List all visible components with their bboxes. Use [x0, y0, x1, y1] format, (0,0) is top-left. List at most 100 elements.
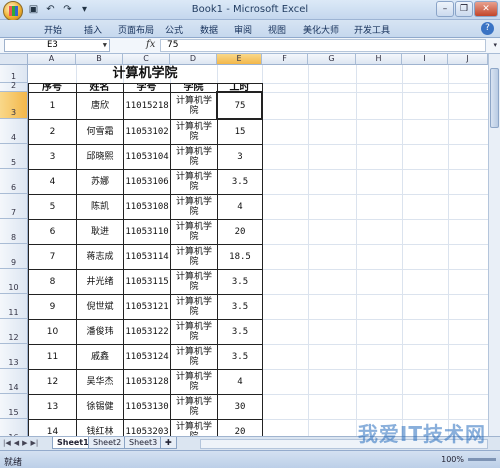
row-header-10[interactable]: 10: [0, 269, 28, 294]
data-cell[interactable]: 计算机学院: [171, 419, 217, 437]
data-cell[interactable]: 4: [218, 194, 262, 219]
chevron-down-icon[interactable]: ▼: [103, 40, 107, 51]
data-cell[interactable]: 11053106: [124, 169, 170, 194]
row-header-3[interactable]: 3: [0, 92, 28, 119]
row-header-15[interactable]: 15: [0, 394, 28, 419]
data-cell[interactable]: 计算机学院: [171, 194, 217, 219]
data-cell[interactable]: 蒋志成: [77, 244, 123, 269]
data-cell[interactable]: 2: [29, 119, 76, 144]
restore-button[interactable]: ❐: [455, 1, 473, 17]
data-cell[interactable]: 6: [29, 219, 76, 244]
data-cell[interactable]: 3.5: [218, 269, 262, 294]
tab-view[interactable]: 视图: [268, 23, 286, 36]
data-cell[interactable]: 计算机学院: [171, 294, 217, 319]
column-header-b[interactable]: B: [76, 54, 123, 65]
data-cell[interactable]: 倪世斌: [77, 294, 123, 319]
data-cell[interactable]: 计算机学院: [171, 119, 217, 144]
data-cell[interactable]: 11015218: [124, 92, 170, 119]
data-cell[interactable]: 30: [218, 394, 262, 419]
data-cell[interactable]: 11053130: [124, 394, 170, 419]
row-header-4[interactable]: 4: [0, 119, 28, 144]
header-cell[interactable]: 序号: [28, 83, 76, 92]
select-all-corner[interactable]: [0, 54, 28, 65]
data-cell[interactable]: 钱红林: [77, 419, 123, 437]
column-header-f[interactable]: F: [262, 54, 308, 65]
scroll-thumb[interactable]: [490, 68, 499, 128]
data-cell[interactable]: 10: [29, 319, 76, 344]
zoom-level[interactable]: 100%: [441, 455, 464, 464]
close-button[interactable]: ✕: [474, 1, 498, 17]
data-cell[interactable]: 11053115: [124, 269, 170, 294]
data-cell[interactable]: 计算机学院: [171, 219, 217, 244]
data-cell[interactable]: 4: [29, 169, 76, 194]
data-cell[interactable]: 11053121: [124, 294, 170, 319]
prev-sheet-icon[interactable]: ◀: [14, 439, 19, 447]
data-cell[interactable]: 戚鑫: [77, 344, 123, 369]
data-cell[interactable]: 5: [29, 194, 76, 219]
data-cell[interactable]: 20: [218, 419, 262, 437]
header-cell[interactable]: 学院: [170, 83, 217, 92]
column-header-e[interactable]: E: [217, 54, 262, 65]
data-cell[interactable]: 11053124: [124, 344, 170, 369]
column-header-d[interactable]: D: [170, 54, 217, 65]
data-cell[interactable]: 唐欣: [77, 92, 123, 119]
tab-home[interactable]: 开始: [44, 23, 62, 36]
column-header-j[interactable]: J: [448, 54, 488, 65]
data-cell[interactable]: 3.5: [218, 169, 262, 194]
data-cell[interactable]: 计算机学院: [171, 319, 217, 344]
row-header-2[interactable]: 2: [0, 81, 28, 92]
data-cell[interactable]: 4: [218, 369, 262, 394]
data-cell[interactable]: 吴华杰: [77, 369, 123, 394]
data-cell[interactable]: 11053102: [124, 119, 170, 144]
name-box[interactable]: E3 ▼: [4, 39, 110, 52]
data-cell[interactable]: 11053128: [124, 369, 170, 394]
tab-formulas[interactable]: 公式: [165, 23, 183, 36]
data-cell[interactable]: 18.5: [218, 244, 262, 269]
data-cell[interactable]: 11053114: [124, 244, 170, 269]
row-header-5[interactable]: 5: [0, 144, 28, 169]
data-cell[interactable]: 计算机学院: [171, 344, 217, 369]
sheet-title-cell[interactable]: 计算机学院: [28, 65, 262, 83]
data-cell[interactable]: 11053104: [124, 144, 170, 169]
row-header-9[interactable]: 9: [0, 244, 28, 269]
data-cell[interactable]: 3: [29, 144, 76, 169]
column-header-a[interactable]: A: [28, 54, 76, 65]
data-cell[interactable]: 耿进: [77, 219, 123, 244]
data-cell[interactable]: 计算机学院: [171, 144, 217, 169]
data-cell[interactable]: 井光绪: [77, 269, 123, 294]
last-sheet-icon[interactable]: ▶|: [31, 439, 39, 447]
data-cell[interactable]: 3.5: [218, 294, 262, 319]
data-cell[interactable]: 8: [29, 269, 76, 294]
tab-page-layout[interactable]: 页面布局: [118, 23, 154, 36]
data-cell[interactable]: 苏娜: [77, 169, 123, 194]
help-icon[interactable]: ?: [481, 22, 494, 35]
row-header-13[interactable]: 13: [0, 344, 28, 369]
data-cell[interactable]: 计算机学院: [171, 269, 217, 294]
data-cell[interactable]: 11053203: [124, 419, 170, 437]
data-cell[interactable]: 潘俊玮: [77, 319, 123, 344]
data-cell[interactable]: 3.5: [218, 319, 262, 344]
sheet-tab-2[interactable]: Sheet2: [88, 437, 127, 449]
header-cell[interactable]: 姓名: [76, 83, 123, 92]
data-cell[interactable]: 1: [29, 92, 76, 119]
data-cell[interactable]: 徐锡健: [77, 394, 123, 419]
data-cell[interactable]: 13: [29, 394, 76, 419]
data-cell[interactable]: 计算机学院: [171, 369, 217, 394]
data-cell[interactable]: 何雪霜: [77, 119, 123, 144]
row-header-16[interactable]: 16: [0, 419, 28, 436]
worksheet-grid[interactable]: ABCDEFGHIJ12345678910111213141516计算机学院序号…: [0, 54, 500, 436]
data-cell[interactable]: 邱晓熙: [77, 144, 123, 169]
data-cell[interactable]: 3.5: [218, 344, 262, 369]
tab-beautify-master[interactable]: 美化大师: [303, 23, 339, 36]
row-header-11[interactable]: 11: [0, 294, 28, 319]
data-cell[interactable]: 11053108: [124, 194, 170, 219]
data-cell[interactable]: 14: [29, 419, 76, 437]
data-cell[interactable]: 7: [29, 244, 76, 269]
insert-function-icon[interactable]: fx: [146, 39, 155, 50]
data-cell[interactable]: 12: [29, 369, 76, 394]
data-cell[interactable]: 11053122: [124, 319, 170, 344]
column-header-c[interactable]: C: [123, 54, 170, 65]
expand-formula-icon[interactable]: ▾: [493, 41, 497, 49]
tab-data[interactable]: 数据: [200, 23, 218, 36]
data-cell[interactable]: 计算机学院: [171, 244, 217, 269]
